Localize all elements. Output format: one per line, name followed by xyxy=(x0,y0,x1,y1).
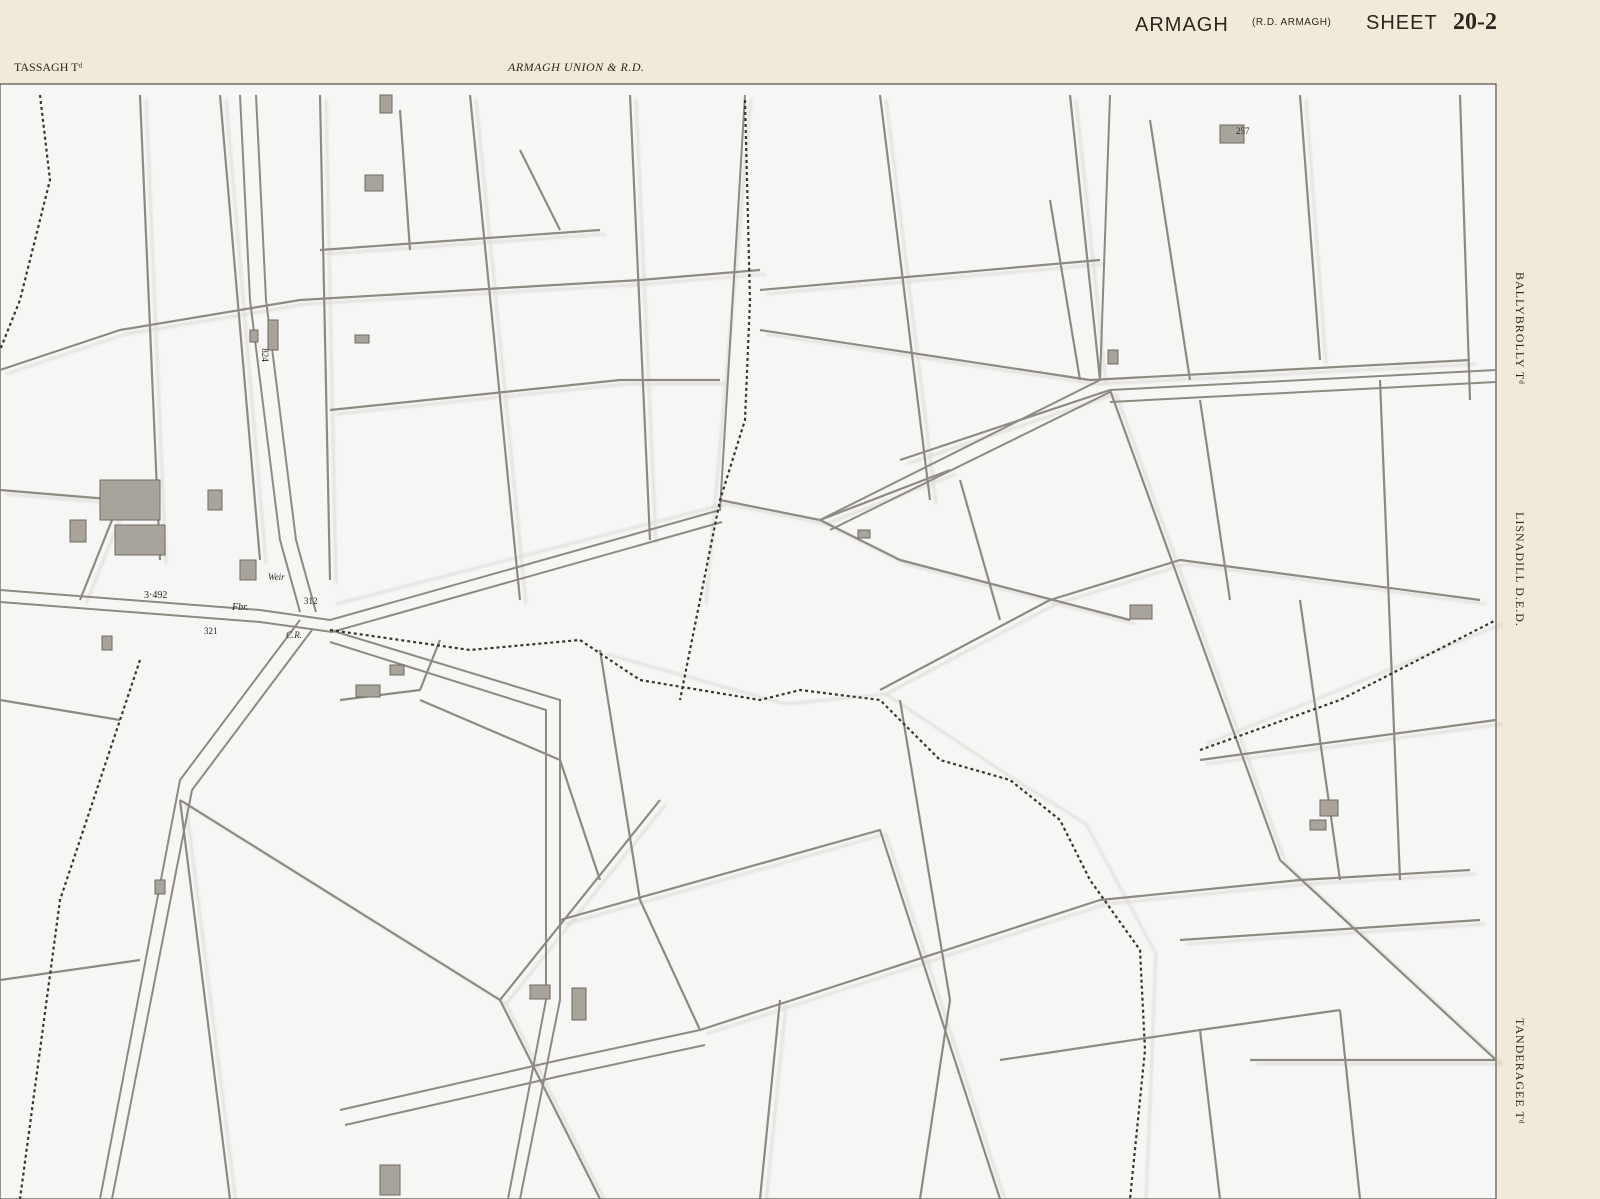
townland-label-right-2: TANDERAGEE Tᵈ xyxy=(1513,1018,1527,1125)
townland-label-left: TASSAGH Tᵈ xyxy=(14,60,83,74)
spot-height-label: 321 xyxy=(204,626,218,636)
church-label: C.R. xyxy=(286,630,303,640)
spot-height-label: 3·492 xyxy=(144,590,168,601)
sheet-label: SHEET xyxy=(1366,12,1438,34)
rural-district-label: (R.D. ARMAGH) xyxy=(1252,17,1332,28)
spot-height-label: 312 xyxy=(304,596,318,606)
union-label: ARMAGH UNION & R.D. xyxy=(508,60,645,74)
benchmark-label: 824 xyxy=(259,348,270,362)
weir-label: Weir xyxy=(268,572,285,582)
footbridge-label: Fbr. xyxy=(232,602,249,613)
map-cutout xyxy=(0,83,1503,1199)
townland-label-right-1: BALLYBROLLY Tᵈ xyxy=(1513,272,1527,385)
spot-height-label: 257 xyxy=(1236,126,1250,136)
county-label: ARMAGH xyxy=(1135,14,1229,36)
map-sheet: ARMAGH (R.D. ARMAGH) SHEET 20-2 TASSAGH … xyxy=(0,0,1600,1199)
ded-label: LISNADILL D.E.D. xyxy=(1513,512,1527,627)
sheet-number: 20-2 xyxy=(1453,9,1497,35)
